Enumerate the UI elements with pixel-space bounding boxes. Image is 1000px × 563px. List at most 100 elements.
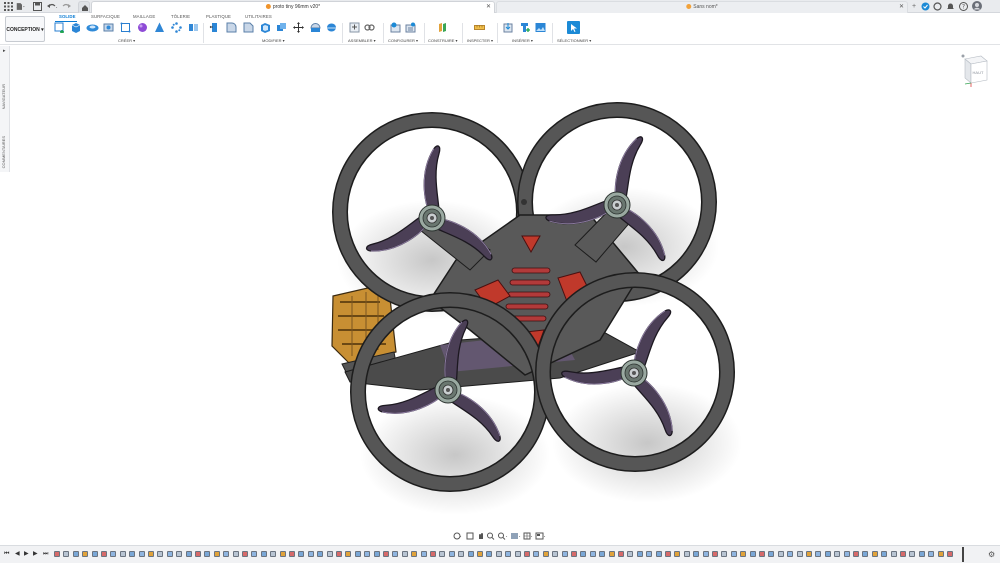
timeline-feature-icon[interactable] xyxy=(54,551,60,557)
timeline-feature-icon[interactable] xyxy=(129,551,136,557)
notifications-icon[interactable] xyxy=(946,2,955,11)
timeline-feature-icon[interactable] xyxy=(627,551,634,557)
shell-icon[interactable] xyxy=(260,22,271,33)
timeline-feature-icon[interactable] xyxy=(524,551,530,557)
timeline-feature-icon[interactable] xyxy=(195,551,201,557)
close-tab-icon[interactable]: ✕ xyxy=(899,2,904,13)
timeline-feature-icon[interactable] xyxy=(796,551,803,557)
online-status-icon[interactable] xyxy=(921,2,930,11)
timeline-feature-icon[interactable] xyxy=(354,551,361,557)
combine-icon[interactable] xyxy=(276,22,287,33)
browser-panel-collapsed[interactable]: ▸ NAVIGATEUR COMMENTAIRES xyxy=(0,46,10,172)
timeline-feature-icon[interactable] xyxy=(91,551,98,557)
offset-plane-icon[interactable] xyxy=(437,22,448,33)
timeline-feature-icon[interactable] xyxy=(232,551,239,557)
pan-icon[interactable] xyxy=(479,533,483,539)
workspace-selector[interactable]: CONCEPTION ▾ xyxy=(5,16,45,42)
step-back-icon[interactable]: ◀ xyxy=(15,551,20,558)
timeline-feature-icon[interactable] xyxy=(279,551,286,557)
group-label-create[interactable]: CRÉER ▾ xyxy=(118,38,135,43)
timeline-feature-icon[interactable] xyxy=(806,551,812,557)
timeline-feature-icon[interactable] xyxy=(683,551,690,557)
tab-solid[interactable]: SOLIDE xyxy=(59,14,76,19)
timeline-feature-icon[interactable] xyxy=(430,551,436,557)
close-tab-icon[interactable]: ✕ xyxy=(486,2,491,13)
configure-table-icon[interactable] xyxy=(390,22,401,33)
revolve-icon[interactable] xyxy=(86,22,99,33)
timeline-feature-icon[interactable] xyxy=(392,551,399,557)
create-sketch-icon[interactable] xyxy=(54,22,65,33)
timeline-feature-icon[interactable] xyxy=(712,551,718,557)
timeline-feature-icon[interactable] xyxy=(336,551,342,557)
timeline-feature-icon[interactable] xyxy=(458,551,465,557)
timeline-feature-icon[interactable] xyxy=(110,551,117,557)
tab-mesh[interactable]: MAILLAGE xyxy=(133,14,155,19)
redo-icon[interactable] xyxy=(60,2,72,11)
timeline-feature-icon[interactable] xyxy=(655,551,662,557)
fillet-icon[interactable] xyxy=(226,22,237,33)
new-component-icon[interactable] xyxy=(349,22,360,33)
comments-label[interactable]: COMMENTAIRES xyxy=(1,136,6,168)
circular-pattern-icon[interactable] xyxy=(171,22,182,33)
expand-panel-icon[interactable]: ▸ xyxy=(3,48,6,54)
timeline-feature-icon[interactable] xyxy=(213,551,220,557)
timeline-feature-icon[interactable] xyxy=(486,551,493,557)
timeline-feature-icon[interactable] xyxy=(223,551,230,557)
document-tab-active[interactable]: proto tiny 96mm v20* ✕ xyxy=(91,1,495,13)
timeline-feature-icon[interactable] xyxy=(185,551,192,557)
timeline-feature-icon[interactable] xyxy=(326,551,333,557)
timeline-feature-icon[interactable] xyxy=(918,551,925,557)
joint-icon[interactable] xyxy=(364,22,375,33)
measure-icon[interactable] xyxy=(474,22,485,33)
timeline-feature-icon[interactable] xyxy=(721,551,728,557)
group-label-assemble[interactable]: ASSEMBLER ▾ xyxy=(348,38,376,43)
timeline-feature-icon[interactable] xyxy=(618,551,624,557)
step-forward-icon[interactable]: ▶ xyxy=(33,551,38,558)
timeline-feature-icon[interactable] xyxy=(665,551,671,557)
timeline-feature-icon[interactable] xyxy=(439,551,446,557)
timeline-feature-icon[interactable] xyxy=(514,551,521,557)
rectangle-pattern-icon[interactable] xyxy=(120,22,131,33)
timeline-feature-icon[interactable] xyxy=(900,551,906,557)
timeline-feature-icon[interactable] xyxy=(63,551,70,557)
group-label-inspect[interactable]: INSPECTER ▾ xyxy=(467,38,493,43)
move-copy-icon[interactable] xyxy=(293,22,304,33)
app-grid-icon[interactable] xyxy=(4,2,13,11)
timeline-feature-icon[interactable] xyxy=(702,551,709,557)
grid-icon[interactable] xyxy=(523,532,533,540)
timeline-feature-icon[interactable] xyxy=(636,551,643,557)
timeline-feature-icon[interactable] xyxy=(119,551,126,557)
timeline-feature-icon[interactable] xyxy=(909,551,916,557)
timeline-feature-icon[interactable] xyxy=(157,551,164,557)
display-settings-icon[interactable] xyxy=(511,533,521,539)
jobs-icon[interactable] xyxy=(933,2,942,11)
timeline-feature-icon[interactable] xyxy=(730,551,737,557)
user-avatar-icon[interactable] xyxy=(972,1,982,11)
timeline-feature-icon[interactable] xyxy=(815,551,822,557)
press-pull-icon[interactable] xyxy=(209,22,220,33)
design-viewport[interactable] xyxy=(0,46,1000,528)
timeline-feature-icon[interactable] xyxy=(571,551,577,557)
timeline-feature-icon[interactable] xyxy=(317,551,324,557)
group-label-select[interactable]: SÉLECTIONNER ▾ xyxy=(557,38,591,43)
undo-icon[interactable] xyxy=(46,2,58,11)
timeline-feature-icon[interactable] xyxy=(881,551,888,557)
timeline-feature-icon[interactable] xyxy=(467,551,474,557)
timeline-feature-icon[interactable] xyxy=(947,551,953,557)
orbit-icon[interactable] xyxy=(453,532,462,540)
timeline-feature-icon[interactable] xyxy=(495,551,502,557)
home-view-icon[interactable] xyxy=(961,54,965,58)
document-tab-second[interactable]: Sans nom* ✕ xyxy=(496,1,908,13)
timeline-feature-icon[interactable] xyxy=(787,551,794,557)
timeline-feature-icon[interactable] xyxy=(420,551,427,557)
timeline-feature-icon[interactable] xyxy=(890,551,897,557)
timeline-feature-icon[interactable] xyxy=(646,551,653,557)
configure-rule-icon[interactable] xyxy=(405,22,416,33)
timeline-feature-icon[interactable] xyxy=(176,551,183,557)
timeline-feature-icon[interactable] xyxy=(928,551,935,557)
home-tab[interactable] xyxy=(78,1,90,13)
tab-sheet-metal[interactable]: TÔLERIE xyxy=(171,14,190,19)
select-icon[interactable] xyxy=(567,21,580,34)
timeline-feature-icon[interactable] xyxy=(448,551,455,557)
timeline-feature-icon[interactable] xyxy=(138,551,145,557)
